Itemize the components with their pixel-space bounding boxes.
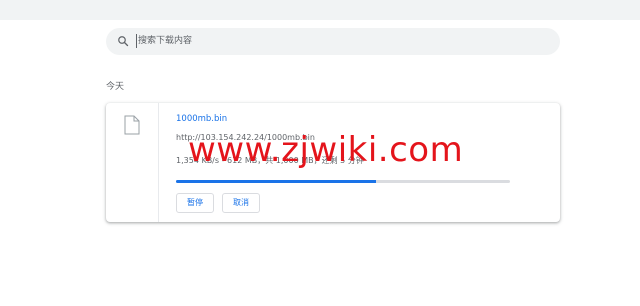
top-bar [0,0,640,20]
search-input[interactable] [138,33,538,49]
search-icon [118,36,129,47]
file-name-link[interactable]: 1000mb.bin [176,114,227,124]
pause-button[interactable]: 暂停 [176,193,214,213]
date-heading: 今天 [106,82,125,92]
file-icon [124,115,140,135]
card-divider [158,103,159,222]
cancel-button[interactable]: 取消 [222,193,260,213]
progress-fill [176,180,377,183]
progress-bar [176,180,510,183]
text-cursor [136,34,137,48]
watermark: www.zjwiki.com [188,130,464,170]
